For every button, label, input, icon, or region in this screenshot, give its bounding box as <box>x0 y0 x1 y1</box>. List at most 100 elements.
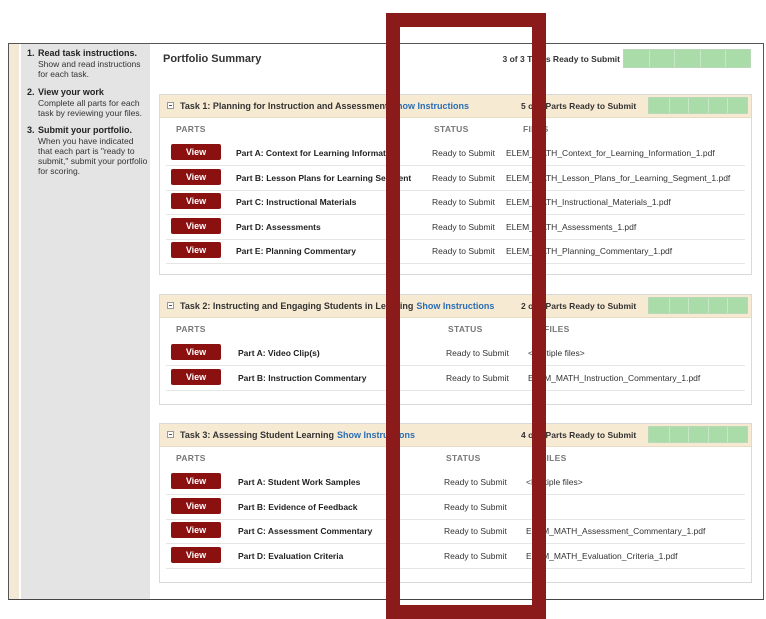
view-button[interactable]: View <box>171 368 221 385</box>
task-header: Task 2: Instructing and Engaging Student… <box>160 295 751 318</box>
part-status: Ready to Submit <box>432 197 495 207</box>
part-name: Part E: Planning Commentary <box>236 246 356 256</box>
table-row: View Part C: Assessment Commentary Ready t… <box>166 519 745 544</box>
table-row: View Part B: Lesson Plans for Learning Se… <box>166 166 745 191</box>
step-description: When you have indicated that each part i… <box>38 136 148 176</box>
step-heading: Submit your portfolio. <box>38 125 132 135</box>
part-status: Ready to Submit <box>446 348 509 358</box>
step-number: 1. <box>27 48 35 58</box>
view-button[interactable]: View <box>171 344 221 360</box>
parts-column-header: PARTS <box>176 324 206 334</box>
task-title: Task 3: Assessing Student Learning Show I… <box>180 430 415 440</box>
part-name: Part D: Evaluation Criteria <box>238 550 344 561</box>
status-column-header: STATUS <box>448 324 483 334</box>
part-status: Ready to Submit <box>432 246 495 256</box>
part-name: Part C: Instructional Materials <box>236 197 357 207</box>
part-name: Part D: Assessments <box>236 221 321 232</box>
collapse-minus-icon[interactable] <box>167 302 174 309</box>
instructions-sidebar: 1. Read task instructions. Show and read… <box>21 44 150 599</box>
status-column-header: STATUS <box>446 453 481 463</box>
part-status: Ready to Submit <box>444 501 507 512</box>
portfolio-ready-status: 3 of 3 Tasks Ready to Submit <box>502 54 620 64</box>
step-description: Show and read instructions for each task… <box>38 59 141 79</box>
task-title-text: Task 2: Instructing and Engaging Student… <box>180 301 414 311</box>
view-button[interactable]: View <box>171 242 221 258</box>
part-name: Part B: Lesson Plans for Learning Segmen… <box>236 172 412 183</box>
part-file-link[interactable]: <Multiple files> <box>528 348 585 358</box>
part-file-link[interactable]: ELEM_MATH_Evaluation_Criteria_1.pdf <box>526 551 678 561</box>
portfolio-progress-bar <box>623 49 751 68</box>
task-title: Task 2: Instructing and Engaging Student… <box>180 301 494 311</box>
part-name: Part B: Instruction Commentary <box>238 372 367 383</box>
part-status: Ready to Submit <box>432 148 495 158</box>
view-button[interactable]: View <box>171 546 221 563</box>
table-row: View Part A: Context for Learning Informa… <box>166 141 745 166</box>
step-number: 2. <box>27 87 35 97</box>
table-row: View Part C: Instructional Materials Ready… <box>166 190 745 215</box>
task-title-text: Task 1: Planning for Instruction and Ass… <box>180 101 389 111</box>
show-instructions-link[interactable]: Show Instructions <box>391 101 469 111</box>
part-name: Part A: Video Clip(s) <box>238 348 320 358</box>
table-row: View Part D: Assessments Ready to Submit EL… <box>166 215 745 240</box>
part-status: Ready to Submit <box>444 526 507 536</box>
part-file-link[interactable]: <Multiple files> <box>526 477 583 487</box>
part-file-link[interactable]: ELEM_MATH_Context_for_Learning_Informati… <box>506 148 715 158</box>
step-heading: Read task instructions. <box>38 48 138 58</box>
task-progress-bar <box>648 97 748 114</box>
part-file-link[interactable]: ELEM_MATH_Lesson_Plans_for_Learning_Segm… <box>506 173 730 183</box>
task-ready-status: 5 of 5 Parts Ready to Submit <box>521 101 637 111</box>
part-status: Ready to Submit <box>432 221 495 232</box>
left-accent-strip <box>9 44 19 599</box>
task-progress-bar <box>648 426 748 443</box>
task-title: Task 1: Planning for Instruction and Ass… <box>180 101 469 111</box>
task-header: Task 3: Assessing Student Learning Show I… <box>160 424 751 447</box>
files-column-header: FILES <box>544 324 570 334</box>
task-ready-status: 4 of 4 Parts Ready to Submit <box>521 430 637 440</box>
view-button[interactable]: View <box>171 168 221 185</box>
table-row: View Part E: Planning Commentary Ready to … <box>166 239 745 264</box>
table-row: View Part B: Evidence of Feedback Ready to… <box>166 495 745 520</box>
part-file-link[interactable]: ELEM_MATH_Assessment_Commentary_1.pdf <box>526 526 705 536</box>
step-number: 3. <box>27 125 35 135</box>
task-title-text: Task 3: Assessing Student Learning <box>180 430 335 440</box>
part-status: Ready to Submit <box>444 477 507 487</box>
part-name: Part C: Assessment Commentary <box>238 526 373 536</box>
table-row: View Part B: Instruction Commentary Ready … <box>166 366 745 391</box>
show-instructions-link[interactable]: Show Instructions <box>337 430 415 440</box>
part-name: Part A: Student Work Samples <box>238 477 361 487</box>
step-description: Complete all parts for each task by revi… <box>38 98 142 118</box>
part-file-link[interactable]: ELEM_MATH_Instructional_Materials_1.pdf <box>506 197 671 207</box>
view-button[interactable]: View <box>171 193 221 209</box>
task-2-panel: Task 2: Instructing and Engaging Student… <box>159 294 752 405</box>
show-instructions-link[interactable]: Show Instructions <box>416 301 494 311</box>
task-3-panel: Task 3: Assessing Student Learning Show I… <box>159 423 752 583</box>
collapse-minus-icon[interactable] <box>167 431 174 438</box>
task-ready-status: 2 of 2 Parts Ready to Submit <box>521 301 637 311</box>
view-button[interactable]: View <box>171 497 221 514</box>
task-progress-bar <box>648 297 748 314</box>
parts-column-header: PARTS <box>176 453 206 463</box>
task-1-panel: Task 1: Planning for Instruction and Ass… <box>159 94 752 275</box>
files-column-header: FILES <box>541 453 567 463</box>
part-file-link[interactable]: ELEM_MATH_Assessments_1.pdf <box>506 222 636 232</box>
step-heading: View your work <box>38 87 104 97</box>
part-status: Ready to Submit <box>446 372 509 383</box>
view-button[interactable]: View <box>171 217 221 234</box>
parts-column-header: PARTS <box>176 124 206 134</box>
status-column-header: STATUS <box>434 124 469 134</box>
page-title: Portfolio Summary <box>163 53 262 65</box>
view-button[interactable]: View <box>171 473 221 489</box>
part-status: Ready to Submit <box>444 550 507 561</box>
part-name: Part A: Context for Learning Information <box>236 148 399 158</box>
table-row: View Part A: Video Clip(s) Ready to Submit… <box>166 341 745 366</box>
table-row: View Part A: Student Work Samples Ready to… <box>166 470 745 495</box>
part-file-link[interactable]: ELEM_MATH_Planning_Commentary_1.pdf <box>506 246 672 256</box>
view-button[interactable]: View <box>171 522 221 538</box>
collapse-minus-icon[interactable] <box>167 102 174 109</box>
task-header: Task 1: Planning for Instruction and Ass… <box>160 95 751 118</box>
part-name: Part B: Evidence of Feedback <box>238 501 358 512</box>
part-file-link[interactable]: ELEM_MATH_Instruction_Commentary_1.pdf <box>528 373 700 383</box>
files-column-header: FILES <box>523 124 549 134</box>
part-status: Ready to Submit <box>432 172 495 183</box>
view-button[interactable]: View <box>171 144 221 160</box>
